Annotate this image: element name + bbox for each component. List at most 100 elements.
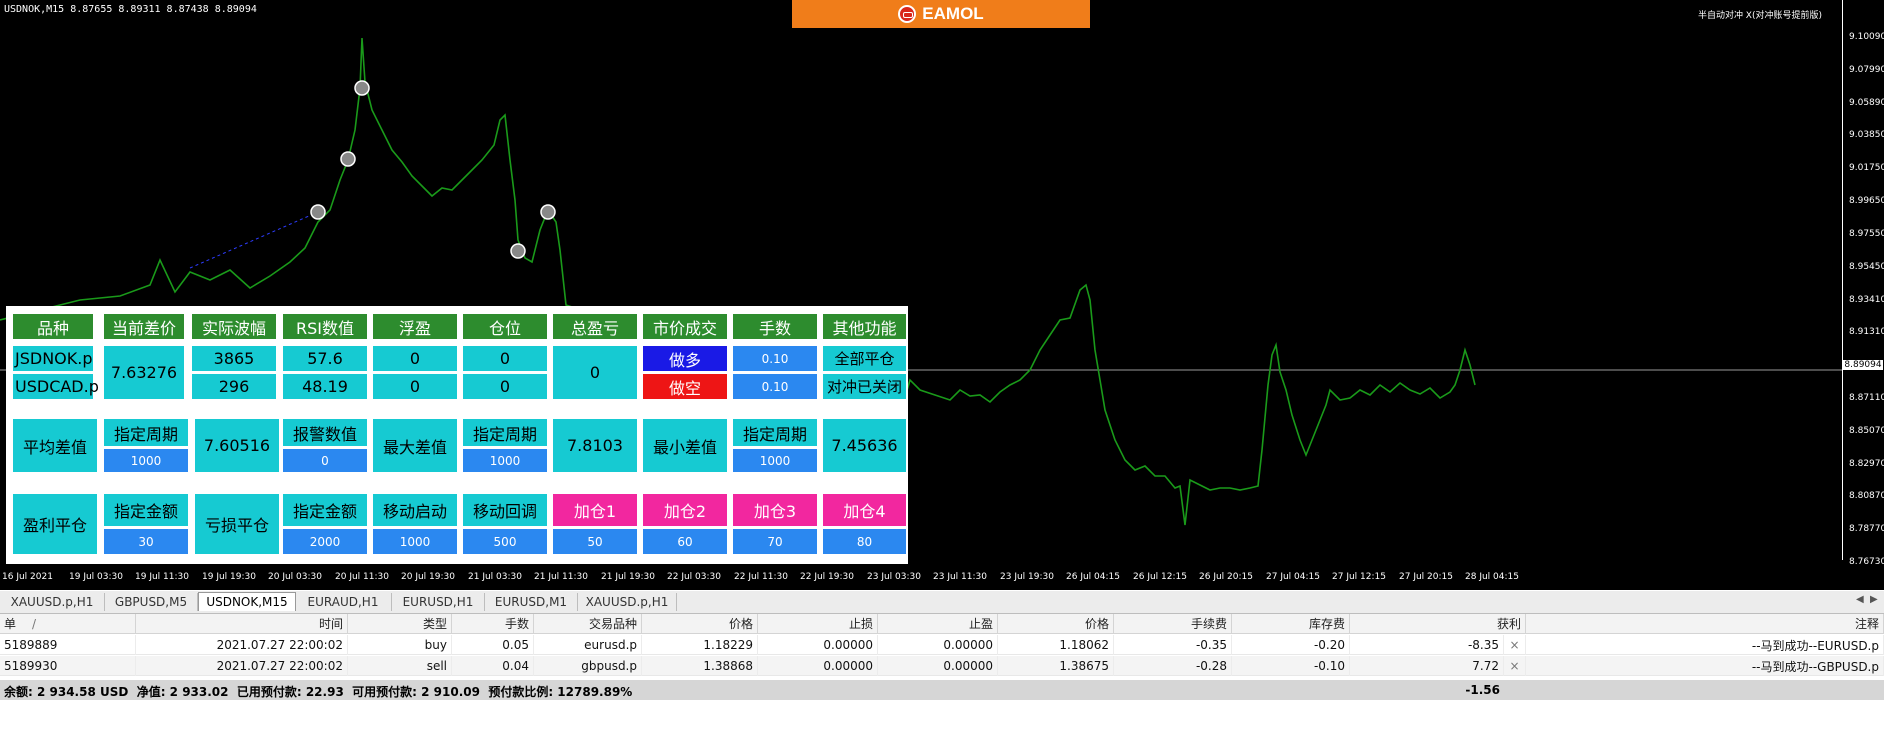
account-summary-row: 余额: 2 934.58 USD 净值: 2 933.02 已用预付款: 22.… — [0, 680, 1884, 700]
loss-amount-input[interactable]: 2000 — [283, 529, 367, 554]
header-other: 其他功能 — [823, 314, 906, 339]
time-tick-label: 19 Jul 19:30 — [202, 572, 256, 582]
price-tick-label: 8.87110 — [1849, 393, 1884, 403]
buy-button[interactable]: 做多 — [643, 346, 727, 371]
col-lots[interactable]: 手数 — [452, 614, 534, 634]
close-position-icon[interactable]: × — [1504, 656, 1526, 676]
cell-profit: 7.72 — [1350, 656, 1504, 676]
min-period-input[interactable]: 1000 — [733, 449, 817, 472]
current-spread-value: 7.63276 — [104, 346, 184, 399]
header-position: 仓位 — [463, 314, 547, 339]
add-position-3-button[interactable]: 加仓3 — [733, 494, 817, 526]
tab-usdnok-m15[interactable]: USDNOK,M15 — [198, 592, 296, 611]
price-axis[interactable] — [1842, 0, 1884, 560]
time-tick-label: 22 Jul 19:30 — [800, 572, 854, 582]
price-tick-label: 8.85070 — [1849, 426, 1884, 436]
profit-amount-input[interactable]: 30 — [104, 529, 188, 554]
price-tick-label: 8.91310 — [1849, 327, 1884, 337]
time-tick-label: 19 Jul 03:30 — [69, 572, 123, 582]
time-tick-label: 20 Jul 11:30 — [335, 572, 389, 582]
max-period-input[interactable]: 1000 — [463, 449, 547, 472]
min-spread-label: 最小差值 — [643, 419, 727, 472]
trail-start-input[interactable]: 1000 — [373, 529, 457, 554]
col-open-price[interactable]: 价格 — [642, 614, 758, 634]
time-tick-label: 21 Jul 19:30 — [601, 572, 655, 582]
tab-euraud-h1[interactable]: EURAUD,H1 — [295, 593, 392, 611]
col-profit[interactable]: 获利 — [1350, 614, 1526, 634]
close-all-button[interactable]: 全部平仓 — [823, 346, 906, 371]
summary-profit: -1.56 — [1465, 683, 1500, 697]
col-tp[interactable]: 止盈 — [878, 614, 998, 634]
col-time[interactable]: 时间 — [136, 614, 348, 634]
add-position-1-input[interactable]: 50 — [553, 529, 637, 554]
add-position-4-button[interactable]: 加仓4 — [823, 494, 906, 526]
time-tick-label: 20 Jul 19:30 — [401, 572, 455, 582]
tab-gbpusd-m5[interactable]: GBPUSD,M5 — [105, 593, 198, 611]
col-comment[interactable]: 注释 — [1526, 614, 1884, 634]
control-panel: 品种 当前差价 实际波幅 RSI数值 浮盈 仓位 总盈亏 市价成交 手数 其他功… — [6, 306, 908, 564]
position-2: 0 — [463, 374, 547, 399]
price-tick-label: 9.10090 — [1849, 32, 1884, 42]
trade-marker-2 — [340, 151, 356, 167]
chart-tabs: XAUUSD.p,H1 GBPUSD,M5 USDNOK,M15 EURAUD,… — [0, 591, 1884, 614]
col-symbol[interactable]: 交易品种 — [534, 614, 642, 634]
cell-tp: 0.00000 — [878, 656, 998, 676]
tab-scroll-left-icon[interactable]: ◀ — [1856, 594, 1864, 605]
avg-period-input[interactable]: 1000 — [104, 449, 188, 472]
max-period-label: 指定周期 — [463, 419, 547, 446]
col-ticket-label: 单 — [4, 617, 17, 631]
cell-open-price: 1.18229 — [642, 635, 758, 655]
cell-lots: 0.05 — [452, 635, 534, 655]
tab-eurusd-h1[interactable]: EURUSD,H1 — [392, 593, 485, 611]
col-swap[interactable]: 库存费 — [1232, 614, 1350, 634]
col-commission[interactable]: 手续费 — [1114, 614, 1232, 634]
price-tick-label: 8.76730 — [1849, 557, 1884, 567]
time-tick-label: 26 Jul 04:15 — [1066, 572, 1120, 582]
price-tick-label: 8.99650 — [1849, 196, 1884, 206]
cell-comment: --马到成功--GBPUSD.p — [1526, 656, 1884, 676]
col-ticket[interactable]: 单 / — [0, 614, 136, 634]
sell-button[interactable]: 做空 — [643, 374, 727, 399]
cell-profit: -8.35 — [1350, 635, 1504, 655]
tab-scroll-right-icon[interactable]: ▶ — [1870, 594, 1878, 605]
cell-ticket: 5189930 — [0, 656, 136, 676]
symbol-1: JSDNOK.p — [13, 346, 93, 371]
volatility-2: 296 — [192, 374, 276, 399]
time-tick-label: 27 Jul 04:15 — [1266, 572, 1320, 582]
col-price[interactable]: 价格 — [998, 614, 1114, 634]
rsi-2: 48.19 — [283, 374, 367, 399]
logo-text: EAMOL — [922, 4, 984, 23]
time-tick-label: 21 Jul 03:30 — [468, 572, 522, 582]
avg-period-label: 指定周期 — [104, 419, 188, 446]
trail-back-input[interactable]: 500 — [463, 529, 547, 554]
hedge-toggle-button[interactable]: 对冲已关闭 — [823, 374, 906, 399]
time-tick-label: 26 Jul 12:15 — [1133, 572, 1187, 582]
add-position-3-input[interactable]: 70 — [733, 529, 817, 554]
close-position-icon[interactable]: × — [1504, 635, 1526, 655]
sort-icon: / — [32, 616, 37, 631]
add-position-2-input[interactable]: 60 — [643, 529, 727, 554]
col-sl[interactable]: 止损 — [758, 614, 878, 634]
tab-eurusd-m1[interactable]: EURUSD,M1 — [485, 593, 578, 611]
col-type[interactable]: 类型 — [348, 614, 452, 634]
lots-input-2[interactable]: 0.10 — [733, 374, 817, 399]
add-position-2-button[interactable]: 加仓2 — [643, 494, 727, 526]
add-position-4-input[interactable]: 80 — [823, 529, 906, 554]
max-spread-label: 最大差值 — [373, 419, 457, 472]
profit-close-label: 盈利平仓 — [13, 494, 97, 554]
cell-type: sell — [348, 656, 452, 676]
cell-price: 1.18062 — [998, 635, 1114, 655]
profit-amount-label: 指定金额 — [104, 494, 188, 526]
cell-open-price: 1.38868 — [642, 656, 758, 676]
tab-xauusd-h1[interactable]: XAUUSD.p,H1 — [0, 593, 105, 611]
time-tick-label: 23 Jul 03:30 — [867, 572, 921, 582]
alert-value-input[interactable]: 0 — [283, 449, 367, 472]
cell-sl: 0.00000 — [758, 635, 878, 655]
cell-commission: -0.35 — [1114, 635, 1232, 655]
lots-input-1[interactable]: 0.10 — [733, 346, 817, 371]
float-profit-2: 0 — [373, 374, 457, 399]
logo-icon — [898, 5, 917, 23]
add-position-1-button[interactable]: 加仓1 — [553, 494, 637, 526]
tab-xauusd-h1-2[interactable]: XAUUSD.p,H1 — [578, 593, 677, 611]
price-tick-label: 8.89094 — [1843, 360, 1883, 370]
